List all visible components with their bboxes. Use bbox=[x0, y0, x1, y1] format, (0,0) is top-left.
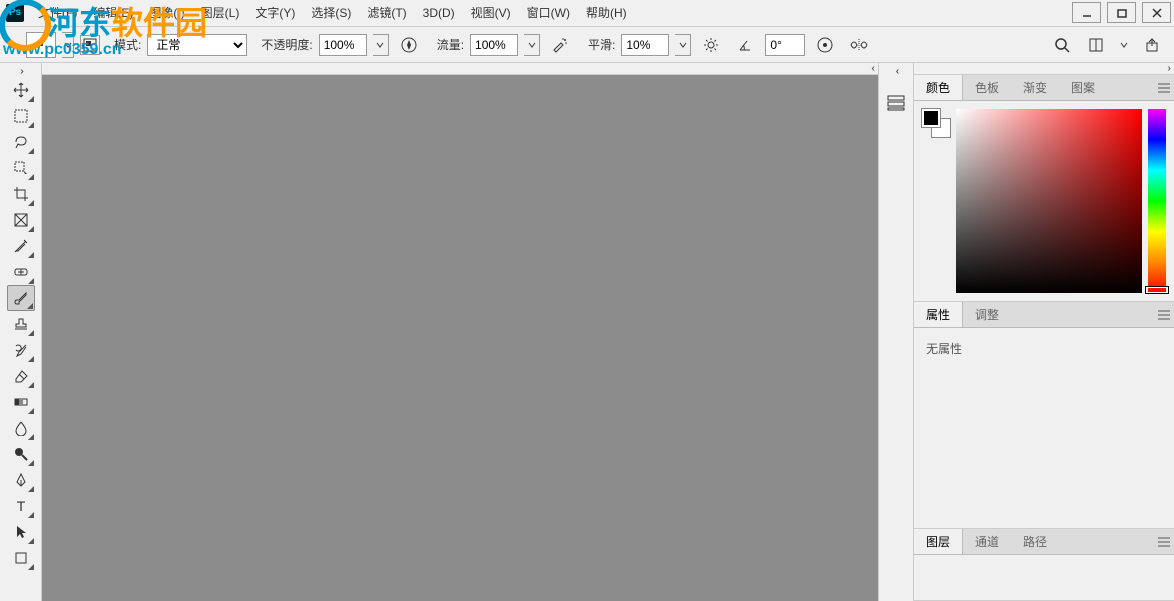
right-dock: ‹‹ ›› 颜色 色板 渐变 图案 bbox=[878, 63, 1174, 601]
color-panel: 颜色 色板 渐变 图案 bbox=[914, 75, 1174, 302]
menu-bar: Ps 文件(F) 编辑(E) 图像(I) 图层(L) 文字(Y) 选择(S) 滤… bbox=[0, 0, 1174, 27]
tab-gradients[interactable]: 渐变 bbox=[1011, 75, 1059, 100]
minimize-button[interactable] bbox=[1072, 2, 1101, 23]
canvas-area: ‹‹ bbox=[42, 63, 878, 601]
menu-select[interactable]: 选择(S) bbox=[303, 0, 359, 27]
crop-tool[interactable] bbox=[7, 181, 35, 207]
menu-help[interactable]: 帮助(H) bbox=[578, 0, 635, 27]
mode-select[interactable]: 正常 bbox=[147, 34, 247, 56]
maximize-button[interactable] bbox=[1107, 2, 1136, 23]
menu-file[interactable]: 文件(F) bbox=[30, 0, 85, 27]
brush-tool[interactable] bbox=[7, 285, 35, 311]
airbrush-icon[interactable] bbox=[550, 35, 570, 55]
layers-panel-menu[interactable] bbox=[1154, 529, 1174, 554]
app-icon: Ps bbox=[6, 4, 24, 22]
tab-patterns[interactable]: 图案 bbox=[1059, 75, 1107, 100]
smooth-settings-icon[interactable] bbox=[701, 35, 721, 55]
layers-body bbox=[914, 555, 1174, 600]
flow-dropdown[interactable] bbox=[524, 34, 540, 56]
smooth-label: 平滑: bbox=[588, 36, 615, 53]
history-panel-icon[interactable] bbox=[882, 89, 910, 117]
panel-stack: ›› 颜色 色板 渐变 图案 bbox=[914, 63, 1174, 601]
shape-tool[interactable] bbox=[7, 545, 35, 571]
opacity-label: 不透明度: bbox=[261, 36, 312, 53]
fg-bg-swatch[interactable] bbox=[922, 109, 950, 137]
tab-channels[interactable]: 通道 bbox=[963, 529, 1011, 554]
svg-text:T: T bbox=[16, 498, 25, 514]
menu-3d[interactable]: 3D(D) bbox=[415, 0, 463, 27]
canvas-collapse[interactable]: ‹‹ bbox=[42, 63, 878, 75]
lasso-tool[interactable] bbox=[7, 129, 35, 155]
heal-tool[interactable] bbox=[7, 259, 35, 285]
dock-strip-expand[interactable]: ‹‹ bbox=[879, 65, 913, 77]
menu-window[interactable]: 窗口(W) bbox=[519, 0, 578, 27]
panel-stack-collapse[interactable]: ›› bbox=[914, 63, 1174, 75]
opacity-dropdown[interactable] bbox=[373, 34, 389, 56]
frame-tool[interactable] bbox=[7, 207, 35, 233]
dock-strip: ‹‹ bbox=[878, 63, 914, 601]
menu-edit[interactable]: 编辑(E) bbox=[85, 0, 141, 27]
tab-properties[interactable]: 属性 bbox=[914, 302, 963, 327]
path-select-tool[interactable] bbox=[7, 519, 35, 545]
canvas-viewport[interactable] bbox=[42, 75, 878, 601]
menu-filter[interactable]: 滤镜(T) bbox=[359, 0, 414, 27]
angle-icon bbox=[735, 35, 755, 55]
color-panel-menu[interactable] bbox=[1154, 75, 1174, 100]
hue-slider[interactable] bbox=[1148, 109, 1166, 293]
opacity-input[interactable] bbox=[319, 34, 367, 56]
tab-adjustments[interactable]: 调整 bbox=[963, 302, 1011, 327]
menu-layer[interactable]: 图层(L) bbox=[193, 0, 248, 27]
tool-bar: ›› T bbox=[0, 63, 42, 601]
quick-select-tool[interactable] bbox=[7, 155, 35, 181]
mode-label: 模式: bbox=[114, 36, 141, 53]
arrange-docs-dropdown[interactable] bbox=[1116, 34, 1132, 56]
brush-panel-toggle[interactable] bbox=[80, 35, 100, 55]
type-tool[interactable]: T bbox=[7, 493, 35, 519]
foreground-color-swatch[interactable] bbox=[922, 109, 940, 127]
properties-panel: 属性 调整 无属性 bbox=[914, 302, 1174, 529]
pen-tool[interactable] bbox=[7, 467, 35, 493]
symmetry-icon[interactable] bbox=[849, 35, 869, 55]
menu-view[interactable]: 视图(V) bbox=[463, 0, 519, 27]
tab-layers[interactable]: 图层 bbox=[914, 529, 963, 554]
tab-paths[interactable]: 路径 bbox=[1011, 529, 1059, 554]
move-tool[interactable] bbox=[7, 77, 35, 103]
smooth-dropdown[interactable] bbox=[675, 34, 691, 56]
pressure-opacity-icon[interactable] bbox=[399, 35, 419, 55]
marquee-tool[interactable] bbox=[7, 103, 35, 129]
layers-panel: 图层 通道 路径 bbox=[914, 529, 1174, 601]
eraser-tool[interactable] bbox=[7, 363, 35, 389]
blur-tool[interactable] bbox=[7, 415, 35, 441]
gradient-tool[interactable] bbox=[7, 389, 35, 415]
arrange-docs-icon[interactable] bbox=[1086, 35, 1106, 55]
angle-input[interactable] bbox=[765, 34, 805, 56]
properties-panel-menu[interactable] bbox=[1154, 302, 1174, 327]
pressure-size-icon[interactable] bbox=[815, 35, 835, 55]
close-button[interactable] bbox=[1142, 2, 1171, 23]
flow-label: 流量: bbox=[437, 36, 464, 53]
tab-color[interactable]: 颜色 bbox=[914, 75, 963, 100]
tab-swatches[interactable]: 色板 bbox=[963, 75, 1011, 100]
options-grip[interactable] bbox=[8, 42, 16, 48]
no-properties-text: 无属性 bbox=[914, 328, 1174, 528]
brush-preset-picker[interactable] bbox=[26, 32, 56, 58]
stamp-tool[interactable] bbox=[7, 311, 35, 337]
history-brush-tool[interactable] bbox=[7, 337, 35, 363]
window-controls bbox=[1069, 0, 1174, 25]
hue-thumb[interactable] bbox=[1146, 287, 1168, 293]
brush-preset-dropdown[interactable] bbox=[62, 32, 74, 58]
search-icon[interactable] bbox=[1052, 35, 1072, 55]
options-bar: 模式: 正常 不透明度: 流量: 平滑: bbox=[0, 27, 1174, 63]
toolbar-expand[interactable]: ›› bbox=[0, 65, 41, 77]
share-icon[interactable] bbox=[1142, 35, 1162, 55]
dodge-tool[interactable] bbox=[7, 441, 35, 467]
flow-input[interactable] bbox=[470, 34, 518, 56]
menu-type[interactable]: 文字(Y) bbox=[247, 0, 303, 27]
smooth-input[interactable] bbox=[621, 34, 669, 56]
menu-image[interactable]: 图像(I) bbox=[141, 0, 192, 27]
eyedropper-tool[interactable] bbox=[7, 233, 35, 259]
color-field[interactable] bbox=[956, 109, 1142, 293]
